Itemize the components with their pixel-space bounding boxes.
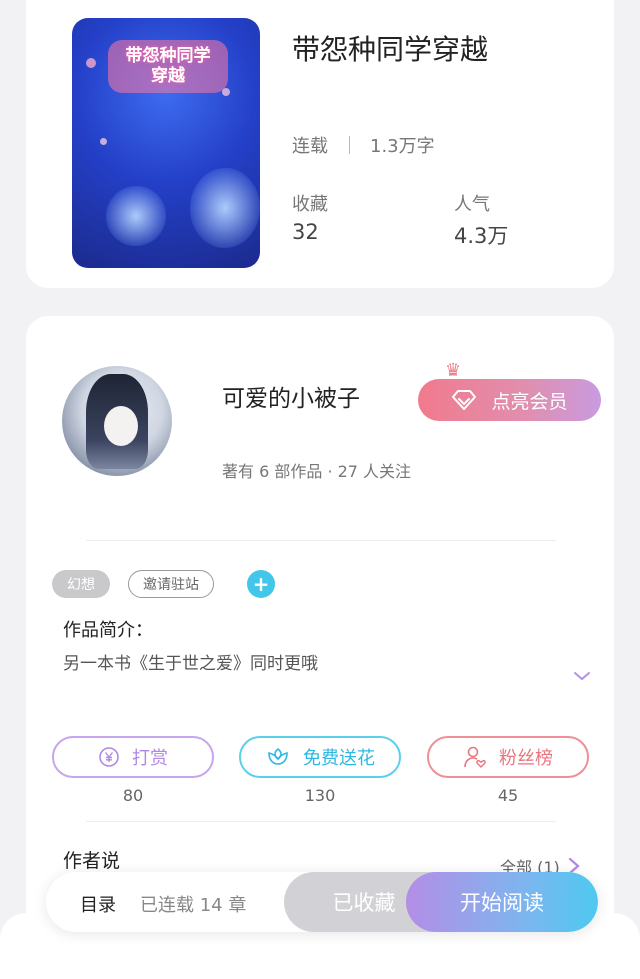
crown-icon: ♛ — [445, 360, 462, 381]
table-of-contents-button[interactable]: 目录 — [80, 891, 116, 917]
serial-status: 连载 — [292, 136, 328, 157]
genre-tag[interactable]: 幻想 — [52, 570, 110, 598]
fans-count: 45 — [497, 786, 519, 805]
author-avatar[interactable] — [62, 366, 172, 476]
reward-label: 打赏 — [132, 748, 168, 769]
fan-ranking-label: 粉丝榜 — [499, 748, 553, 769]
reward-count: 80 — [122, 786, 144, 805]
book-cover-image[interactable]: 带怨种同学 穿越 — [72, 18, 260, 268]
chevron-down-icon[interactable] — [572, 666, 592, 686]
word-count: 1.3万字 — [370, 136, 435, 157]
activate-membership-button[interactable]: 点亮会员 — [418, 379, 601, 421]
cover-decoration — [86, 58, 96, 68]
add-tag-button[interactable]: + — [247, 570, 275, 598]
start-reading-label: 开始阅读 — [460, 891, 544, 915]
cover-decoration — [100, 138, 107, 145]
popularity-value: 4.3万 — [454, 224, 509, 248]
divider — [349, 136, 350, 154]
butterfly-illustration — [190, 168, 260, 248]
divider — [86, 540, 556, 541]
chapter-count[interactable]: 已连载 14 章 — [140, 891, 246, 917]
diamond-icon — [452, 390, 477, 410]
membership-button-label: 点亮会员 — [491, 390, 568, 413]
author-says-heading: 作者说 — [63, 850, 121, 872]
intro-label: 作品简介： — [63, 620, 153, 641]
send-flower-button[interactable]: 免费送花 — [239, 736, 401, 778]
cover-title: 带怨种同学 穿越 — [108, 40, 228, 93]
favorites-label: 收藏 — [292, 194, 328, 215]
flower-icon — [268, 747, 288, 765]
user-heart-icon — [464, 746, 486, 768]
start-reading-button[interactable]: 开始阅读 — [406, 872, 598, 932]
favorites-value: 32 — [292, 220, 319, 244]
divider — [86, 821, 556, 822]
fan-ranking-button[interactable]: 粉丝榜 — [427, 736, 589, 778]
bottom-action-bar: 目录 已连载 14 章 已收藏 开始阅读 — [46, 872, 598, 932]
intro-text: 另一本书《生于世之爱》同时更哦 — [63, 654, 318, 674]
yen-coin-icon — [99, 747, 119, 767]
flower-count: 130 — [304, 786, 336, 805]
book-title: 带怨种同学穿越 — [292, 33, 489, 66]
collected-label: 已收藏 — [332, 891, 396, 915]
send-flower-label: 免费送花 — [303, 748, 375, 769]
invite-tag-button[interactable]: 邀请驻站 — [128, 570, 214, 598]
author-stats: 著有 6 部作品 · 27 人关注 — [222, 462, 412, 481]
butterfly-illustration — [106, 186, 166, 246]
cover-title-line: 穿越 — [151, 66, 185, 87]
book-info-card: 带怨种同学 穿越 带怨种同学穿越 连载 1.3万字 收藏 32 人气 4.3万 — [26, 0, 614, 288]
cover-title-line: 带怨种同学 — [125, 46, 211, 66]
popularity-label: 人气 — [454, 194, 490, 215]
avatar-face — [104, 406, 138, 446]
author-name[interactable]: 可爱的小被子 — [222, 379, 360, 413]
reward-button[interactable]: 打赏 — [52, 736, 214, 778]
